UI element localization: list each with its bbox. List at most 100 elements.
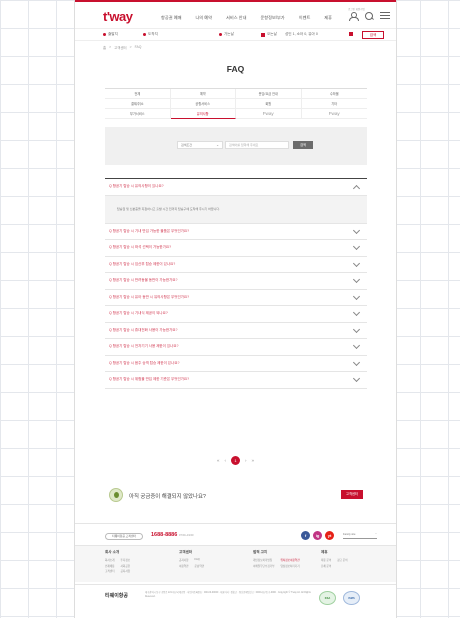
footer-link[interactable]: 이메일무단수집거부 — [253, 564, 274, 568]
faq-question-row[interactable]: Q 항공기 탑승 시 좌석 선택이 가능한가요? — [105, 240, 367, 257]
faq-question-text: Q 항공기 탑승 시 임산부 탑승 제한이 있나요? — [109, 261, 176, 266]
footer-link[interactable]: 영상정보처리기기 — [280, 564, 299, 568]
faq-question-row[interactable]: Q 항공기 탑승 시 휴대전화 사용이 가능한가요? — [105, 323, 367, 339]
chevron-down-icon[interactable] — [352, 341, 361, 350]
category-tab[interactable]: 유의사항 — [170, 109, 236, 119]
pager-current[interactable]: 1 — [231, 456, 240, 465]
category-tab[interactable]: 공항서비스 — [170, 99, 236, 109]
origin-field[interactable]: 출발지 — [103, 32, 118, 37]
hamburger-menu-icon[interactable] — [380, 12, 390, 19]
chevron-down-icon[interactable] — [352, 259, 361, 267]
faq-question-row[interactable]: Q 항공기 탑승 시 음주 승객 탑승 제한이 있나요? — [105, 356, 367, 372]
menu-item-flight-info[interactable]: 운항정보/부가 — [260, 15, 284, 21]
quick-search-button[interactable]: 검색 — [362, 31, 384, 39]
footer-link[interactable]: 투자정보 — [121, 558, 131, 562]
faq-question-text: Q 항공기 탑승 시 반려동물 동반이 가능한가요? — [109, 278, 178, 283]
tway-logo[interactable]: t'way — [103, 9, 133, 24]
faq-question-row[interactable]: Q 항공기 탑승 시 유의사항이 있나요? — [105, 179, 367, 196]
category-tab[interactable]: 기타 — [301, 99, 367, 109]
pager-next[interactable]: › — [245, 458, 247, 463]
destination-field[interactable]: 도착지 — [143, 32, 158, 37]
category-tab[interactable]: 결제/취소 — [105, 99, 171, 109]
footer-link[interactable]: 인재채용 — [105, 564, 115, 568]
breadcrumb-home[interactable]: 홈 — [103, 45, 106, 50]
footer-link[interactable]: 단체 문의 — [321, 564, 331, 568]
category-tab[interactable]: Fway — [236, 109, 302, 119]
category-tab[interactable]: 운임/요금 안내 — [236, 89, 302, 99]
faq-question-row[interactable]: Q 항공기 탑승 시 위험물 반입 제한 기준은 무엇인가요? — [105, 372, 367, 389]
footer-link[interactable]: 고객센터 — [105, 569, 115, 573]
footer-link[interactable]: 광고 문의 — [337, 558, 347, 562]
footer-column-heading: 제휴 — [321, 550, 328, 554]
category-tab[interactable]: 부가서비스 — [105, 109, 171, 119]
footer-link[interactable]: 이용약관 — [179, 564, 189, 568]
footer-link[interactable]: 공지사항 — [121, 569, 131, 573]
category-tab[interactable]: 회원 — [236, 99, 302, 109]
footer-link[interactable]: FAQ — [195, 558, 205, 562]
chevron-down-icon: ⌄ — [216, 143, 219, 147]
chevron-down-icon[interactable] — [352, 292, 361, 300]
footer-column: 고객센터공지사항 FAQ 이용약관 운송약관 — [179, 550, 204, 568]
search-icon[interactable] — [364, 9, 374, 21]
instagram-icon[interactable]: ig — [313, 531, 322, 540]
youtube-icon[interactable]: yt — [325, 531, 334, 540]
search-input[interactable]: 검색어를 입력해 주세요 — [225, 141, 289, 149]
faq-question-row[interactable]: Q 항공기 탑승 시 반려동물 동반이 가능한가요? — [105, 273, 367, 290]
chevron-down-icon[interactable] — [352, 242, 361, 251]
customer-center-pill[interactable]: 티웨이항공 고객센터 — [105, 533, 143, 540]
chevron-up-icon[interactable] — [352, 184, 361, 193]
category-tab[interactable]: 수하물 — [301, 89, 367, 99]
chevron-down-icon[interactable] — [352, 308, 361, 317]
footer-link[interactable]: 제휴 문의 — [321, 558, 331, 562]
footer-link[interactable]: 개인정보처리방침 — [253, 558, 274, 562]
facebook-icon[interactable]: f — [301, 531, 310, 540]
category-tab[interactable]: 예약 — [170, 89, 236, 99]
chevron-down-icon[interactable] — [352, 325, 361, 333]
menu-item-booking[interactable]: 항공권 예매 — [161, 15, 181, 21]
chevron-down-icon[interactable] — [352, 226, 361, 234]
user-icon[interactable] — [348, 9, 359, 21]
help-text: 아직 궁금증이 해결되지 않았나요? — [129, 494, 206, 500]
footer-column: 제휴제휴 문의 광고 문의단체 문의 — [321, 550, 348, 568]
category-tab[interactable]: Fway — [301, 109, 367, 119]
menu-item-service[interactable]: 서비스 안내 — [226, 15, 246, 21]
search-condition-select[interactable]: 검색조건 ⌄ — [177, 141, 223, 149]
pager-last[interactable]: » — [252, 458, 255, 463]
pagination: « ‹ 1 › » — [75, 456, 396, 465]
customer-center-button[interactable]: 고객센터 — [341, 490, 363, 499]
footer-link[interactable]: 공지사항 — [179, 558, 189, 562]
passenger-field[interactable]: 성인 1, 소아 0, 유아 0 — [285, 32, 318, 37]
chevron-down-icon[interactable] — [352, 275, 361, 284]
pager-first[interactable]: « — [217, 458, 220, 463]
footer-column-heading: 고객센터 — [179, 550, 193, 554]
menu-item-my-reservation[interactable]: 나의 예약 — [195, 15, 212, 21]
faq-question-text: Q 항공기 탑승 시 전자기기 사용 제한이 있나요? — [109, 344, 179, 349]
family-site-select[interactable]: Family site ⌄ — [343, 532, 377, 539]
social-links: f ig yt — [301, 531, 334, 540]
footer-column: 법적 고지 개인정보처리방침 위치정보이용약관 이메일무단수집거부 영상정보처리기기 — [253, 550, 300, 568]
footer-link[interactable]: 위치정보이용약관 — [280, 558, 299, 562]
footer-link[interactable]: 사회공헌 — [121, 564, 131, 568]
faq-question-text: Q 항공기 탑승 시 위험물 반입 제한 기준은 무엇인가요? — [109, 377, 190, 382]
faq-question-row[interactable]: Q 항공기 탑승 시 기내 반입 가능한 물품은 무엇인가요? — [105, 224, 367, 240]
search-button[interactable]: 검색 — [293, 141, 313, 149]
faq-question-row[interactable]: Q 항공기 탑승 시 임산부 탑승 제한이 있나요? — [105, 257, 367, 273]
breadcrumb-customer[interactable]: 고객센터 — [114, 45, 126, 50]
faq-question-row[interactable]: Q 항공기 탑승 시 기내식 제공이 되나요? — [105, 306, 367, 323]
footer-link[interactable]: 운송약관 — [195, 564, 205, 568]
pager-prev[interactable]: ‹ — [225, 458, 227, 463]
main-menu: 항공권 예매 나의 예약 서비스 안내 운항정보/부가 이벤트 제휴 — [161, 15, 332, 21]
menu-item-partner[interactable]: 제휴 — [324, 15, 332, 21]
customer-phone: 1688-8886 — [151, 532, 178, 538]
menu-item-event[interactable]: 이벤트 — [299, 15, 311, 21]
footer-link[interactable]: 회사소개 — [105, 558, 115, 562]
depart-date-field[interactable]: 가는날 — [219, 32, 234, 37]
return-date-field[interactable]: 오는날 — [261, 32, 277, 37]
footer-column-heading: 회사 소개 — [105, 550, 120, 554]
category-tab[interactable]: 전체 — [105, 89, 171, 99]
chevron-down-icon[interactable] — [352, 374, 361, 383]
person-icon — [349, 32, 353, 36]
chevron-down-icon[interactable] — [352, 358, 361, 366]
faq-question-row[interactable]: Q 항공기 탑승 시 전자기기 사용 제한이 있나요? — [105, 339, 367, 356]
faq-question-row[interactable]: Q 항공기 탑승 시 유아 동반 시 유의사항은 무엇인가요? — [105, 290, 367, 306]
